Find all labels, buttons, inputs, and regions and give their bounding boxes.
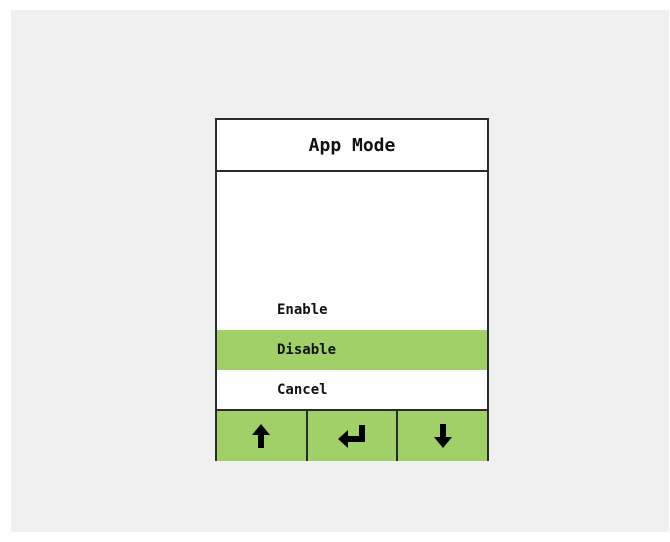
up-button[interactable] xyxy=(217,411,308,461)
app-mode-dialog: App Mode Enable Disable Cancel xyxy=(215,118,489,461)
enter-button[interactable] xyxy=(308,411,399,461)
down-button[interactable] xyxy=(398,411,487,461)
navigation-button-bar xyxy=(217,409,487,461)
menu-item-enable[interactable]: Enable xyxy=(217,290,487,330)
screen-background: App Mode Enable Disable Cancel xyxy=(11,10,669,532)
menu-item-disable[interactable]: Disable xyxy=(217,330,487,370)
enter-icon xyxy=(338,425,365,448)
menu-list: Enable Disable Cancel xyxy=(217,290,487,410)
dialog-title: App Mode xyxy=(217,120,487,172)
menu-item-cancel[interactable]: Cancel xyxy=(217,370,487,410)
arrow-up-icon xyxy=(252,424,271,448)
arrow-down-icon xyxy=(433,424,452,448)
